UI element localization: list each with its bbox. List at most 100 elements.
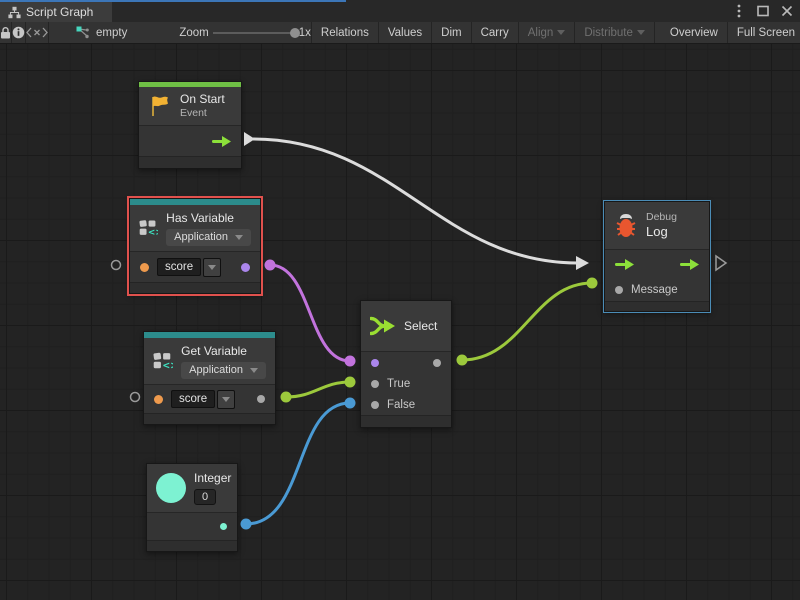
node-debug-log[interactable]: Debug Log Message	[604, 201, 710, 312]
bug-icon	[614, 213, 638, 239]
name-input-port[interactable]	[154, 395, 163, 404]
selection-output-port[interactable]	[433, 359, 441, 367]
tab-script-graph[interactable]: Script Graph	[0, 2, 112, 22]
wire-endpoint	[345, 356, 356, 367]
flow-output-port[interactable]	[680, 259, 699, 270]
variable-scope-dropdown[interactable]: Application	[181, 362, 266, 379]
chevron-down-icon	[637, 30, 645, 35]
wire-endpoint	[457, 355, 468, 366]
wire-endpoint	[345, 398, 356, 409]
overview-button[interactable]: Overview	[661, 22, 728, 43]
select-merge-icon	[370, 315, 396, 337]
name-input-port[interactable]	[140, 263, 149, 272]
wire-flow-onstart-to-log[interactable]	[253, 139, 578, 263]
fullscreen-button[interactable]: Full Screen	[728, 22, 800, 43]
zoom-value: 1x	[299, 27, 311, 39]
chevron-down-icon	[208, 265, 216, 270]
wire-endpoint	[241, 519, 252, 530]
true-input-port[interactable]	[371, 380, 379, 388]
wire-select-to-log-message[interactable]	[462, 283, 592, 360]
wire-endpoint	[265, 260, 276, 271]
variable-name-select[interactable]: score	[157, 258, 221, 277]
unconnected-input-hint[interactable]	[112, 261, 121, 270]
lock-icon	[0, 27, 11, 39]
variable-name-dropdown-button[interactable]	[217, 390, 235, 409]
flag-icon	[148, 94, 172, 118]
variable-name-select[interactable]: score	[171, 390, 235, 409]
variable-scope-dropdown[interactable]: Application	[166, 229, 251, 246]
lock-button[interactable]	[0, 22, 12, 43]
graph-canvas[interactable]: On Start Event	[0, 44, 800, 600]
node-footer	[361, 415, 451, 427]
tab-label: Script Graph	[26, 5, 93, 19]
svg-text:<>: <>	[162, 361, 173, 372]
variable-name-value[interactable]: score	[157, 258, 201, 276]
graph-network-icon	[75, 26, 90, 39]
unconnected-input-hint[interactable]	[131, 393, 140, 402]
integer-literal-icon	[156, 473, 186, 503]
variable-name-dropdown-button[interactable]	[203, 258, 221, 277]
node-title: Log	[646, 224, 677, 240]
kebab-menu-icon[interactable]	[732, 4, 746, 18]
node-get-variable[interactable]: <> Get Variable Application score	[143, 331, 276, 425]
true-port-label: True	[387, 378, 410, 390]
graph-name-label: empty	[96, 27, 127, 39]
node-title: On Start	[180, 92, 225, 107]
unconnected-flow-output-hint[interactable]	[716, 256, 726, 270]
false-input-port[interactable]	[371, 401, 379, 409]
node-select[interactable]: Select True False	[360, 300, 452, 428]
code-preview-button[interactable]	[26, 22, 49, 43]
script-graph-window: Script Graph	[0, 0, 800, 600]
relations-button[interactable]: Relations	[312, 22, 379, 43]
integer-value-input[interactable]: 0	[194, 489, 216, 505]
window-controls	[732, 0, 794, 22]
condition-input-port[interactable]	[371, 359, 379, 367]
dim-button[interactable]: Dim	[432, 22, 471, 43]
node-title: Integer	[194, 471, 231, 486]
wire-getvariable-to-select-true[interactable]	[286, 382, 350, 397]
close-icon[interactable]	[780, 4, 794, 18]
node-integer[interactable]: Integer 0	[146, 463, 238, 552]
false-port-label: False	[387, 399, 415, 411]
node-footer	[147, 540, 237, 551]
node-title: Select	[404, 319, 437, 334]
variables-icon: <>	[153, 348, 173, 374]
node-surtitle: Debug	[646, 211, 677, 225]
tab-bar: Script Graph	[0, 0, 800, 22]
info-icon	[12, 26, 25, 39]
message-input-port[interactable]	[615, 286, 623, 294]
chevron-down-icon	[222, 397, 230, 402]
wire-endpoint	[587, 278, 598, 289]
code-icon	[26, 27, 48, 38]
chevron-down-icon	[250, 368, 258, 373]
info-button[interactable]	[12, 22, 26, 43]
align-dropdown[interactable]: Align	[519, 22, 576, 43]
chevron-down-icon	[235, 235, 243, 240]
bool-output-port[interactable]	[241, 263, 250, 272]
flow-input-port[interactable]	[615, 259, 634, 270]
node-footer	[144, 413, 275, 424]
distribute-dropdown[interactable]: Distribute	[575, 22, 655, 43]
zoom-slider-knob[interactable]	[290, 28, 300, 38]
wire-end-arrow	[576, 256, 589, 270]
carry-button[interactable]: Carry	[472, 22, 519, 43]
graph-toolbar: empty Zoom 1x Relations Values Dim Carry…	[0, 22, 800, 44]
node-subtitle: Event	[180, 107, 225, 121]
variables-icon: <>	[139, 215, 158, 241]
zoom-slider[interactable]	[213, 32, 295, 34]
values-button[interactable]: Values	[379, 22, 432, 43]
integer-output-port[interactable]	[220, 523, 227, 530]
value-output-port[interactable]	[257, 395, 265, 403]
node-has-variable[interactable]: <> Has Variable Application score	[129, 198, 261, 294]
graph-icon	[8, 6, 21, 19]
svg-text:<>: <>	[148, 228, 158, 238]
variable-name-value[interactable]: score	[171, 390, 215, 408]
chevron-down-icon	[557, 30, 565, 35]
flow-output-port[interactable]	[212, 136, 231, 147]
node-footer	[605, 301, 709, 311]
graph-info-area: empty Zoom 1x	[49, 22, 312, 43]
maximize-icon[interactable]	[756, 4, 770, 18]
node-on-start[interactable]: On Start Event	[138, 81, 242, 169]
wire-endpoint	[281, 392, 292, 403]
wire-hasvariable-to-select[interactable]	[270, 265, 350, 361]
